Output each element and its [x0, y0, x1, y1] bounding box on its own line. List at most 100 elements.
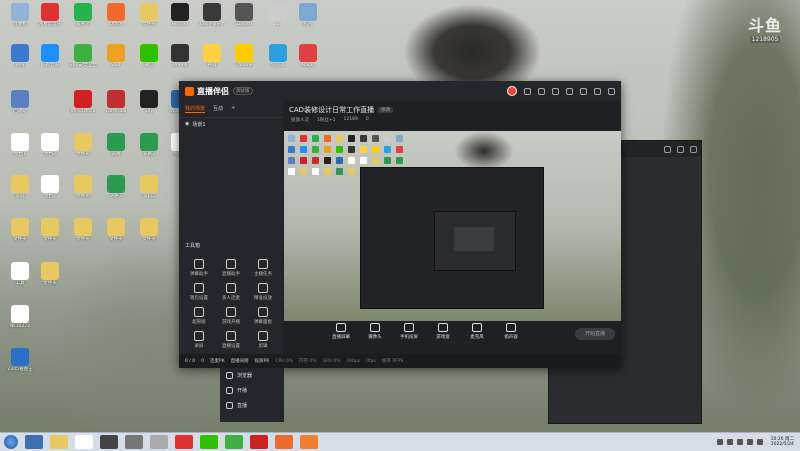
desktop-icon[interactable]: 表格3: [100, 175, 132, 199]
desktop-icon[interactable]: 360安全卫士: [67, 44, 99, 68]
desktop-icon[interactable]: 回收站: [4, 90, 36, 114]
desktop-icon[interactable]: 文档1: [4, 133, 36, 157]
desktop-icon[interactable]: FlashTool: [100, 90, 132, 114]
live-companion-window[interactable]: 直播伴侣 测试版 我的场景 互动 + ◉ 场景1 工具箱 弹幕助手 直播助手 主播任…: [179, 81, 621, 368]
desktop-icon[interactable]: 照片: [292, 3, 324, 27]
tool-item[interactable]: 主播任务: [247, 259, 279, 277]
desktop-icon[interactable]: 表格: [100, 133, 132, 157]
desktop-icon[interactable]: 神器: [196, 44, 228, 68]
clock[interactable]: 10:26 周二 2022/5/24: [771, 437, 794, 447]
desktop-icon[interactable]: 文件夹: [34, 218, 66, 242]
desktop-icon[interactable]: 微信: [133, 44, 165, 68]
taskbar-app-icon[interactable]: [300, 435, 318, 449]
tray-icon[interactable]: [716, 439, 723, 445]
eye-icon[interactable]: ◉: [185, 121, 189, 128]
wps-icon[interactable]: [250, 435, 268, 449]
source-button[interactable]: 摄像头: [363, 323, 387, 340]
taskbar-app-icon[interactable]: [25, 435, 43, 449]
desktop-icon[interactable]: 文档4: [34, 175, 66, 199]
source-button[interactable]: 手机投屏: [397, 323, 421, 340]
desktop-icon[interactable]: RealPlayer: [196, 3, 228, 27]
source-button[interactable]: 直播屏幕: [329, 323, 353, 340]
side-item-live[interactable]: 直播: [220, 398, 284, 413]
tool-item[interactable]: 直播设置: [215, 331, 247, 349]
volume-icon[interactable]: [746, 439, 753, 445]
folder-icon[interactable]: [50, 435, 68, 449]
tool-item[interactable]: 精准投放: [247, 283, 279, 301]
desktop-icon[interactable]: QQ: [133, 90, 165, 114]
tool-item[interactable]: 剪辑: [247, 331, 279, 349]
app-titlebar[interactable]: 直播伴侣 测试版: [179, 81, 621, 101]
taskbar-app-icon[interactable]: [100, 435, 118, 449]
desktop-icon[interactable]: 资料2: [133, 175, 165, 199]
office-icon[interactable]: [275, 435, 293, 449]
desktop-icon[interactable]: 文件夹: [100, 218, 132, 242]
side-item-start[interactable]: 开播: [220, 383, 284, 398]
status-item[interactable]: 直播间榜: [231, 358, 249, 364]
source-button[interactable]: 游戏窗: [431, 323, 455, 340]
desktop-icon[interactable]: NL10272: [4, 305, 36, 329]
status-item[interactable]: 连麦PK: [210, 358, 225, 364]
tool-item[interactable]: 钱包设置: [183, 283, 215, 301]
desktop-icon[interactable]: 资料: [4, 175, 36, 199]
close-icon[interactable]: [608, 87, 615, 95]
status-item[interactable]: 投屏PK: [255, 358, 270, 364]
source-button[interactable]: 扬声器: [499, 323, 523, 340]
minimize-icon[interactable]: [580, 87, 587, 95]
tab-my-scenes[interactable]: 我的场景: [185, 105, 206, 113]
source-button[interactable]: 麦克风: [465, 323, 489, 340]
tool-item[interactable]: 直播助手: [215, 259, 247, 277]
edit-title-button[interactable]: 修改: [378, 107, 394, 113]
desktop-icon[interactable]: 2345看图王: [4, 348, 36, 372]
network-icon[interactable]: [756, 439, 763, 445]
taskbar-app-icon[interactable]: [150, 435, 168, 449]
stream-preview[interactable]: [284, 131, 621, 321]
desktop-icon[interactable]: 爱奇艺: [67, 3, 99, 27]
desktop-icon[interactable]: 文件夹: [133, 3, 165, 27]
desktop-icon[interactable]: 网络: [4, 44, 36, 68]
desktop-icon[interactable]: 浏览器: [262, 44, 294, 68]
file-icon[interactable]: [75, 435, 93, 449]
netease-icon[interactable]: [175, 435, 193, 449]
tool-item[interactable]: 弹幕助手: [183, 259, 215, 277]
settings-icon[interactable]: [552, 87, 559, 95]
desktop-icon[interactable]: 文件夹: [67, 133, 99, 157]
maximize-icon[interactable]: [594, 87, 601, 95]
desktop-icon[interactable]: Office: [100, 3, 132, 27]
desktop-icon[interactable]: ZBrush: [228, 3, 260, 27]
scene-item[interactable]: ◉ 场景1: [179, 118, 283, 131]
minimize-icon[interactable]: [664, 145, 671, 153]
desktop-icon[interactable]: Magic: [292, 44, 324, 68]
tool-item[interactable]: 游戏开播: [215, 307, 247, 325]
desktop-icon[interactable]: 文档2: [34, 133, 66, 157]
desktop-icon[interactable]: 文件夹: [67, 175, 99, 199]
desktop-icon[interactable]: 表格2: [133, 133, 165, 157]
desktop-icon[interactable]: 文件夹: [133, 218, 165, 242]
tool-item[interactable]: 弹幕面板: [247, 307, 279, 325]
desktop-icon[interactable]: Chrome: [228, 44, 260, 68]
skin-icon[interactable]: [538, 87, 545, 95]
avatar[interactable]: [507, 86, 517, 96]
desktop-icon[interactable]: 网易云音乐: [34, 3, 66, 27]
desktop-icon[interactable]: 360: [100, 44, 132, 68]
desktop-icon[interactable]: 计算机: [4, 3, 36, 27]
tray-icon[interactable]: [726, 439, 733, 445]
side-item-browser[interactable]: 浏览器: [220, 368, 284, 383]
menu-icon[interactable]: [566, 87, 573, 95]
tool-item[interactable]: 录屏: [183, 331, 215, 349]
desktop-icon[interactable]: WPS Office: [67, 90, 99, 114]
tray-icon[interactable]: [736, 439, 743, 445]
desktop-icon[interactable]: 文件夹: [67, 218, 99, 242]
desktop-icon[interactable]: Hitman: [164, 3, 196, 27]
taskbar-app-icon[interactable]: [225, 435, 243, 449]
desktop-icon[interactable]: 文件夹: [4, 218, 36, 242]
tool-item[interactable]: 超管版: [183, 307, 215, 325]
start-live-button[interactable]: 开始直播: [575, 328, 615, 340]
desktop-icon[interactable]: 文件夹: [34, 262, 66, 286]
start-button[interactable]: [4, 435, 18, 449]
desktop-icon[interactable]: 酷狗音乐: [34, 44, 66, 68]
tool-item[interactable]: 多人连麦: [215, 283, 247, 301]
close-icon[interactable]: [690, 145, 697, 153]
taskbar-app-icon[interactable]: [125, 435, 143, 449]
tab-interaction[interactable]: 互动: [213, 105, 223, 113]
